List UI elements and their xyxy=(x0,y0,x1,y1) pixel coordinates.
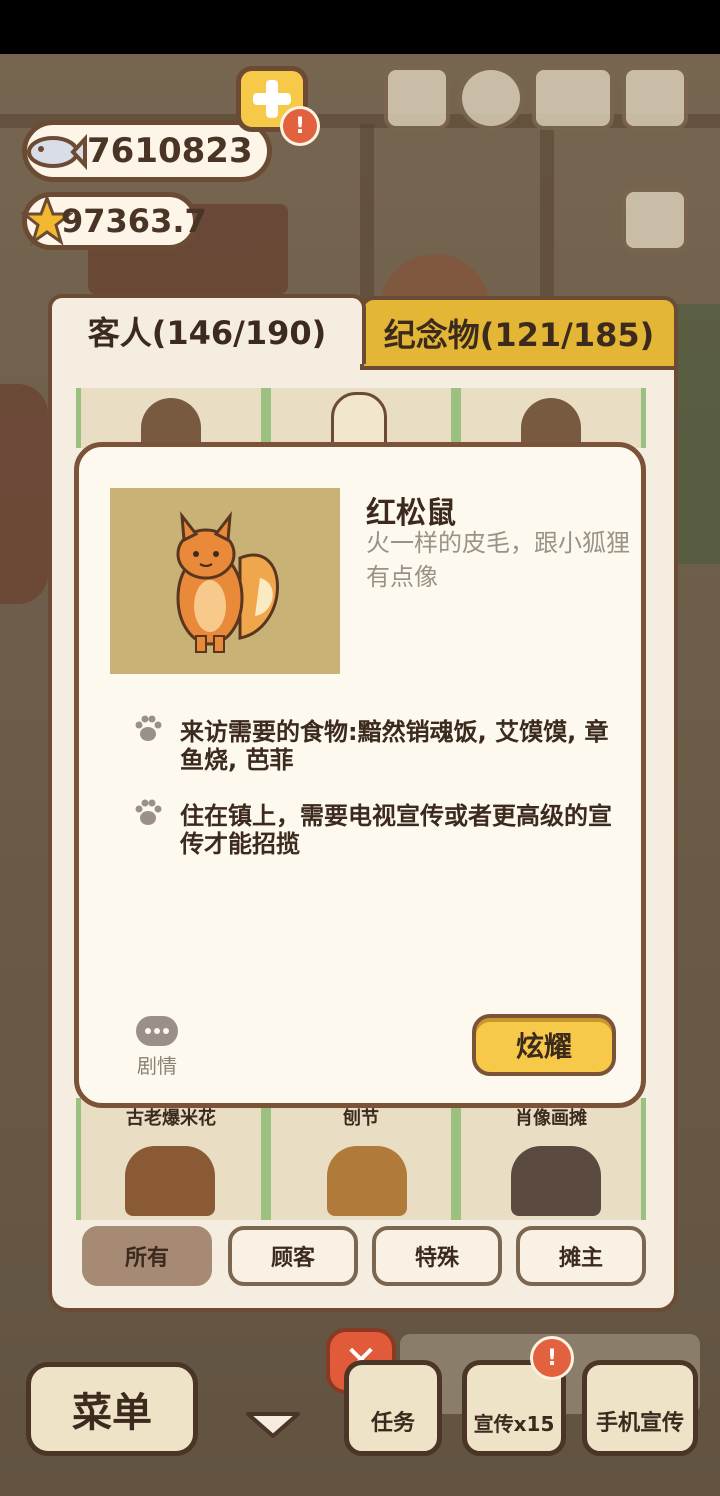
star-rating-display: 97363.7 xyxy=(21,192,207,250)
fish-currency-display: 7610823 xyxy=(22,120,272,182)
phone-promo-button[interactable]: 手机宣传 xyxy=(582,1360,698,1456)
leaderboard-icon[interactable] xyxy=(384,66,450,130)
book-icon[interactable] xyxy=(532,66,614,130)
fish-count: 7610823 xyxy=(87,131,253,171)
chevron-down-icon[interactable] xyxy=(244,1410,302,1440)
gear-icon[interactable] xyxy=(458,66,524,130)
residence-requirement: 住在镇上，需要电视宣传或者更高级的宣传才能招揽 xyxy=(180,802,612,858)
guest-card[interactable] xyxy=(76,388,266,448)
alert-badge: ! xyxy=(280,106,320,146)
alert-badge: ! xyxy=(530,1336,574,1380)
red-squirrel-image xyxy=(176,511,279,653)
filter-customer-button[interactable]: 顾客 xyxy=(228,1226,358,1286)
filter-special-button[interactable]: 特殊 xyxy=(372,1226,502,1286)
speech-bubble-icon xyxy=(136,1016,178,1046)
guest-portrait xyxy=(110,488,340,674)
filter-stall-owner-button[interactable]: 摊主 xyxy=(516,1226,646,1286)
guest-description: 火一样的皮毛，跟小狐狸有点像 xyxy=(366,529,630,591)
tab-souvenirs[interactable]: 纪念物(121/185) xyxy=(360,296,678,370)
filter-all-button[interactable]: 所有 xyxy=(82,1226,212,1286)
menu-button[interactable]: 菜单 xyxy=(26,1362,198,1456)
guest-card[interactable] xyxy=(456,388,646,448)
guest-sprite xyxy=(511,1146,601,1216)
newspaper-icon[interactable] xyxy=(622,188,688,252)
guest-card[interactable]: 刨节 xyxy=(266,1098,456,1220)
food-requirement: 来访需要的食物:黯然销魂饭, 艾馍馍, 章鱼烧, 芭菲 xyxy=(180,718,609,774)
paw-icon xyxy=(135,799,162,825)
guest-sprite xyxy=(125,1146,215,1216)
story-label: 剧情 xyxy=(137,1054,177,1078)
task-button[interactable]: 任务 xyxy=(344,1360,442,1456)
paw-icon xyxy=(135,715,162,741)
camera-icon[interactable] xyxy=(622,66,688,130)
fish-icon xyxy=(27,133,87,171)
guest-card[interactable]: 肖像画摊 xyxy=(456,1098,646,1220)
star-count: 97363.7 xyxy=(61,202,207,240)
guest-card[interactable] xyxy=(266,388,456,454)
guest-card[interactable]: 古老爆米花 xyxy=(76,1098,266,1220)
show-off-button[interactable]: 炫耀 xyxy=(472,1014,616,1076)
tab-guests[interactable]: 客人(146/190) xyxy=(48,294,366,364)
guest-sprite xyxy=(327,1146,407,1216)
story-button[interactable]: 剧情 xyxy=(134,1016,180,1079)
